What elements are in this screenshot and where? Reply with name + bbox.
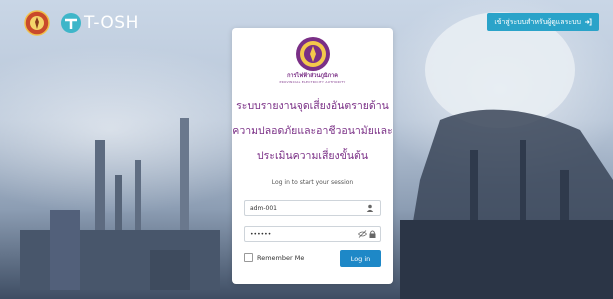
tosh-logo: T-OSH xyxy=(60,12,139,34)
org-name-english: PROVINCIAL ELECTRICITY AUTHORITY xyxy=(279,80,346,84)
user-icon xyxy=(360,201,380,215)
government-seal-icon xyxy=(24,10,50,36)
admin-login-button[interactable]: เข้าสู่ระบบสำหรับผู้ดูแลระบบ xyxy=(487,13,599,31)
login-button[interactable]: Log in xyxy=(340,250,381,267)
tosh-mark-icon xyxy=(61,13,81,33)
admin-login-label: เข้าสู่ระบบสำหรับผู้ดูแลระบบ xyxy=(494,17,581,26)
remember-me-checkbox[interactable] xyxy=(244,253,253,262)
remember-me[interactable]: Remember Me xyxy=(244,253,304,262)
session-message: Log in to start your session xyxy=(271,179,354,186)
pea-logo-icon xyxy=(296,37,330,71)
password-field xyxy=(244,226,381,242)
org-name-thai: การไฟฟ้าส่วนภูมิภาค xyxy=(287,73,338,79)
app-name: T-OSH xyxy=(84,13,139,33)
header-logos: T-OSH xyxy=(24,10,139,36)
username-field xyxy=(244,200,381,216)
username-input[interactable] xyxy=(245,201,360,215)
sign-in-icon xyxy=(585,18,592,26)
eye-slash-icon[interactable] xyxy=(358,230,367,238)
password-input[interactable] xyxy=(245,227,354,241)
system-title-line-2: ความปลอดภัยและอาชีวอนามัยและ xyxy=(232,125,393,137)
system-title-line-3: ประเมินความเสี่ยงขั้นต้น xyxy=(257,150,368,162)
password-addons xyxy=(354,227,380,241)
lock-icon xyxy=(369,230,376,238)
login-card: การไฟฟ้าส่วนภูมิภาค PROVINCIAL ELECTRICI… xyxy=(232,28,393,284)
remember-me-label: Remember Me xyxy=(257,253,305,262)
system-title-line-1: ระบบรายงานจุดเสี่ยงอันตรายด้าน xyxy=(236,100,389,112)
